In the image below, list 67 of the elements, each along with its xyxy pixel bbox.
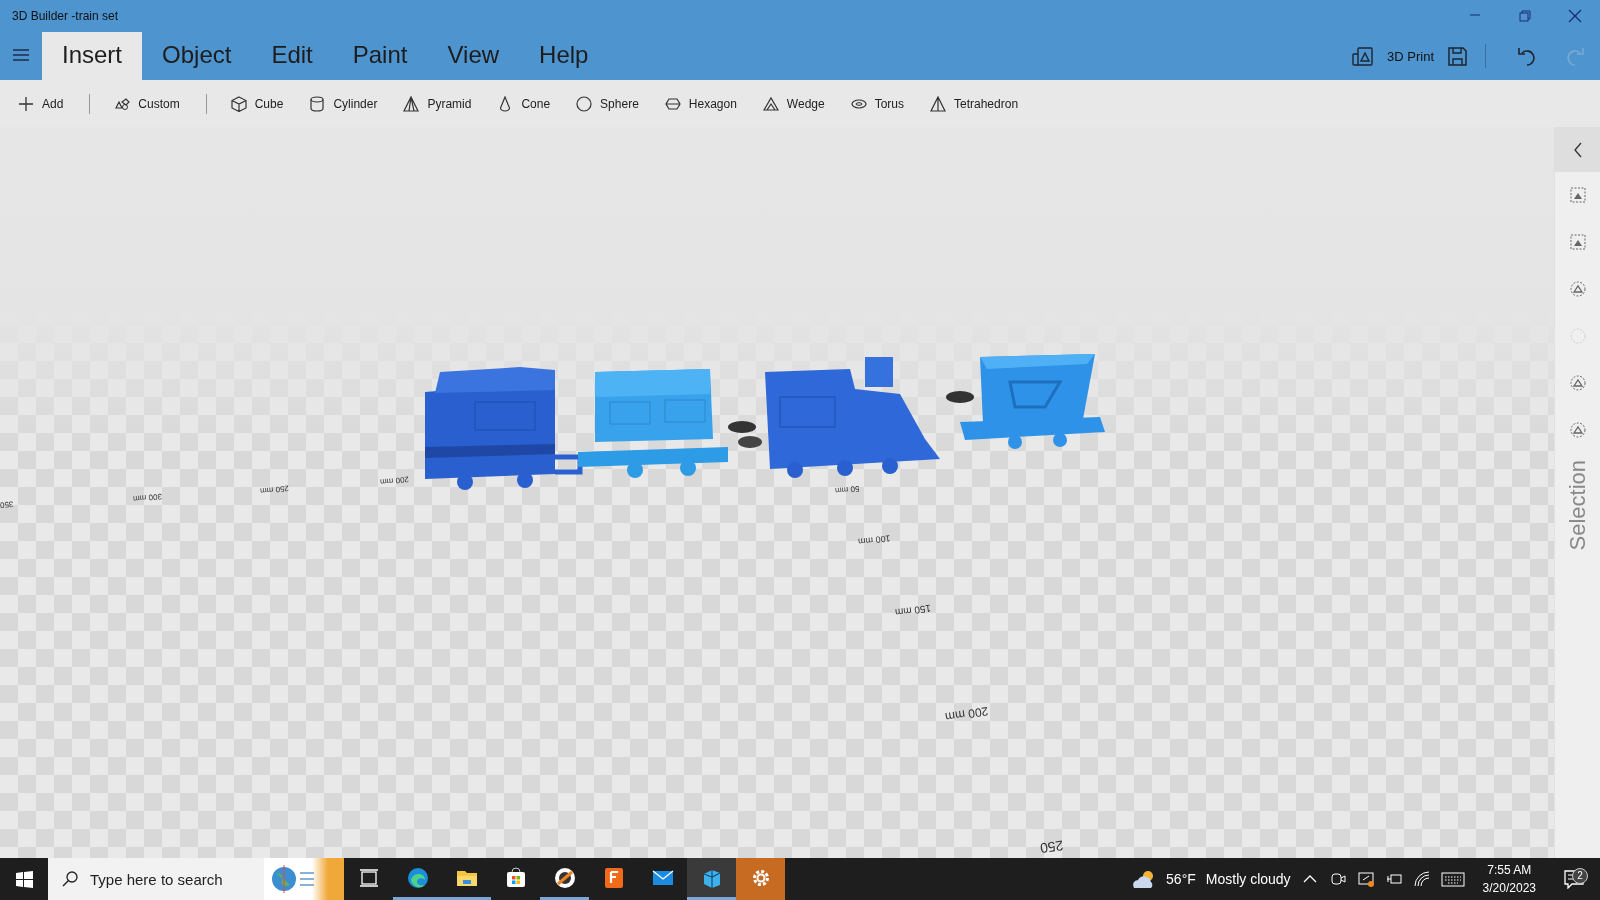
start-icon[interactable] — [15, 870, 33, 888]
ruler-label: 250 mm — [259, 483, 290, 496]
menu-tab[interactable]: Edit — [251, 32, 333, 80]
search-placeholder: Type here to search — [90, 870, 223, 888]
cylinder-icon — [309, 95, 326, 112]
toolbar-button[interactable]: Custom — [106, 89, 188, 118]
toolbar-button[interactable]: Tetrahedron — [922, 89, 1027, 118]
ruler-label: 200 mm — [379, 474, 410, 487]
print-button[interactable]: 3D Print — [1338, 46, 1448, 66]
menu-tab[interactable]: View — [427, 32, 520, 80]
wifi-icon[interactable] — [1412, 870, 1431, 888]
ruler-label: 300 mm — [132, 491, 163, 504]
display-icon[interactable] — [1356, 870, 1375, 888]
selection-tool-icon[interactable] — [1569, 422, 1586, 438]
browser-icon — [405, 865, 430, 890]
menu-tab[interactable]: Paint — [332, 32, 428, 80]
selection-tool-icon[interactable] — [1569, 281, 1586, 297]
toolbar-button[interactable]: Wedge — [754, 89, 833, 118]
menu-icon[interactable] — [13, 48, 29, 62]
ruler-label: 150 mm — [894, 602, 932, 619]
selection-tool-icon[interactable] — [1569, 375, 1586, 391]
search-field[interactable]: Type here to search — [48, 858, 264, 900]
keyboard-icon[interactable] — [1440, 870, 1465, 888]
selection-tool-icon[interactable] — [1569, 234, 1586, 250]
ruler-label: 350 — [0, 499, 14, 510]
search-icon — [62, 871, 78, 887]
print-label: 3D Print — [1387, 48, 1434, 64]
restore-icon[interactable] — [1518, 9, 1532, 23]
weather-text: Mostly cloudy — [1205, 871, 1291, 887]
wedge-icon — [762, 95, 779, 112]
toolbar-button[interactable]: Pyramid — [395, 89, 480, 118]
toolbar-button[interactable]: Cone — [489, 89, 559, 118]
hexagon-icon — [664, 95, 681, 112]
orbit-app-icon — [552, 865, 577, 890]
close-icon[interactable] — [1568, 9, 1582, 23]
selection-tool-icon[interactable] — [1569, 187, 1586, 203]
toolbar-button[interactable]: Torus — [842, 89, 912, 118]
save-icon[interactable] — [1448, 46, 1467, 66]
window-title: 3D Builder -train set — [12, 9, 120, 23]
menu-tab[interactable]: Insert — [42, 32, 143, 80]
clock-time[interactable]: 7:55 AM — [1487, 861, 1532, 879]
cube-icon — [230, 95, 247, 112]
ruler-label: 250 — [1039, 837, 1065, 857]
undo-icon[interactable] — [1518, 45, 1538, 67]
ruler-label: 50 mm — [834, 483, 860, 496]
collapse-icon[interactable] — [1572, 141, 1583, 158]
plus-icon — [18, 95, 34, 112]
pyramid-icon — [403, 95, 420, 112]
camera-icon[interactable] — [1328, 870, 1347, 888]
panel-title: Selection — [1564, 460, 1591, 551]
toolbar-button[interactable]: Cylinder — [301, 89, 386, 118]
menu-tab[interactable]: Object — [142, 32, 252, 80]
ruler-label: 200 mm — [944, 704, 990, 724]
globe-widget-icon[interactable] — [270, 865, 316, 893]
menu-tab[interactable]: Help — [519, 32, 609, 80]
print-icon — [1352, 46, 1374, 66]
notification-icon[interactable] — [1564, 869, 1584, 889]
sphere-icon — [576, 95, 593, 112]
temperature: 56°F — [1166, 871, 1196, 887]
clock-date[interactable]: 3/20/2023 — [1482, 879, 1536, 897]
toolbar-button[interactable]: Hexagon — [656, 89, 745, 118]
toolbar-button[interactable]: Sphere — [568, 89, 647, 118]
toolbar-button[interactable]: Cube — [222, 89, 292, 118]
notification-count: 2 — [1572, 867, 1588, 884]
ruler-label: 100 mm — [857, 533, 891, 547]
tetrahedron-icon — [930, 95, 946, 112]
toolbar-button[interactable]: Add — [10, 89, 72, 118]
